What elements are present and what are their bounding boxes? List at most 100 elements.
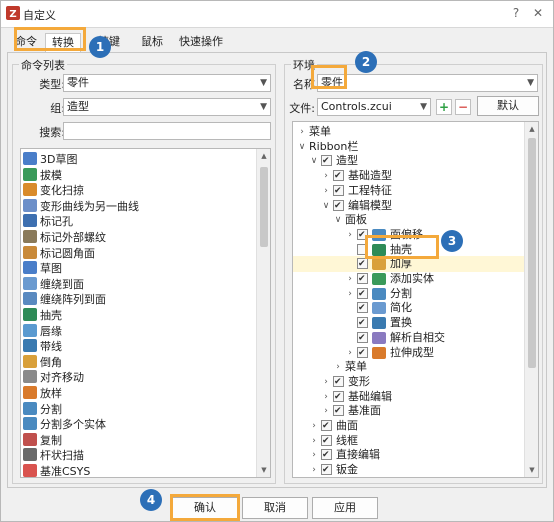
tree-node[interactable]: › 菜单 [293,359,525,375]
tree-node[interactable]: › 线框 [293,433,525,449]
search-input[interactable] [63,122,271,140]
command-list-item[interactable]: 带线 [23,338,62,355]
tree-checkbox[interactable] [333,168,344,184]
scroll-down-icon[interactable]: ▼ [525,463,538,477]
tree-checkbox[interactable] [333,403,344,419]
tree-node[interactable]: › 变形 [293,374,525,390]
command-list-item[interactable]: 拔模 [23,167,62,184]
remove-file-icon[interactable]: − [455,99,471,115]
command-list[interactable]: 3D草图 拔模 变化扫掠 变形曲线为另一曲线 标记孔 标记外部螺纹 标记圆角面 草图 缠绕到面缠… [20,148,271,478]
chevron-right-icon[interactable]: › [321,389,331,405]
chevron-right-icon[interactable]: › [345,286,355,302]
command-list-item[interactable]: 标记外部螺纹 [23,229,106,246]
chevron-right-icon[interactable]: › [297,124,307,140]
chevron-down-icon[interactable]: ∨ [333,212,343,228]
tree-checkbox[interactable] [333,198,344,214]
scroll-down-icon[interactable]: ▼ [257,463,270,477]
tree-checkbox[interactable] [333,374,344,390]
tree-checkbox[interactable] [333,389,344,405]
tree-node[interactable]: ∨ Ribbon栏 [293,139,525,155]
command-list-item[interactable]: 标记孔 [23,213,73,230]
command-list-item[interactable]: 倒角 [23,354,62,371]
command-list-item[interactable]: 复制 [23,432,62,449]
command-list-item[interactable]: 3D草图 [23,151,77,168]
chevron-right-icon[interactable]: › [321,374,331,390]
command-list-item[interactable]: 缠绕阵列到面 [23,291,106,308]
add-file-icon[interactable]: + [436,99,452,115]
command-list-item[interactable]: 标记圆角面 [23,245,95,262]
tree-node[interactable]: › 拉伸成型 [293,345,525,361]
tree-checkbox[interactable] [321,462,332,477]
tree-checkbox[interactable] [357,271,368,287]
command-list-item[interactable]: 抽壳 [23,307,62,324]
command-list-item[interactable]: 基准CSYS [23,463,90,477]
chevron-right-icon[interactable]: › [309,462,319,477]
tab-mouse[interactable]: 鼠标 [135,33,169,53]
help-icon[interactable]: ? [509,6,523,20]
tree-checkbox[interactable] [357,300,368,316]
chevron-down-icon[interactable]: ∨ [309,153,319,169]
file-select[interactable]: Controls.zcui ▼ [317,98,431,116]
tree-node[interactable]: 置换 [293,315,525,331]
tree-node[interactable]: ∨ 面板 [293,212,525,228]
close-icon[interactable]: ✕ [531,6,545,20]
scroll-thumb[interactable] [528,138,536,368]
command-list-item[interactable]: 缠绕到面 [23,276,84,293]
tree-node[interactable]: › 工程特征 [293,183,525,199]
tree-node[interactable]: ∨ 造型 [293,153,525,169]
environment-tree[interactable]: ›菜单∨Ribbon栏∨造型›基础造型›工程特征∨编辑模型∨面板›面偏移抽壳加厚… [292,121,539,478]
tree-node[interactable]: › 钣金 [293,462,525,477]
environment-tree-scrollbar[interactable]: ▲ ▼ [524,122,538,477]
scroll-thumb[interactable] [260,167,268,247]
command-list-item[interactable]: 放样 [23,385,62,402]
tree-checkbox[interactable] [357,330,368,346]
command-list-item[interactable]: 分割 [23,401,62,418]
command-list-item[interactable]: 对齐移动 [23,369,84,386]
command-list-item[interactable]: 分割多个实体 [23,416,106,433]
command-list-scrollbar[interactable]: ▲ ▼ [256,149,270,477]
tab-quick-actions[interactable]: 快速操作 [173,33,229,53]
chevron-right-icon[interactable]: › [309,433,319,449]
tree-checkbox[interactable] [357,286,368,302]
command-list-item[interactable]: 杆状扫描 [23,447,84,464]
command-list-item[interactable]: 变化扫掠 [23,182,84,199]
chevron-right-icon[interactable]: › [345,271,355,287]
tree-node[interactable]: › 曲面 [293,418,525,434]
name-select[interactable]: 零件 ▼ [317,74,538,92]
tree-checkbox[interactable] [321,153,332,169]
tree-checkbox[interactable] [333,183,344,199]
chevron-right-icon[interactable]: › [321,183,331,199]
scroll-up-icon[interactable]: ▲ [257,149,270,163]
chevron-down-icon[interactable]: ∨ [297,139,307,155]
tree-checkbox[interactable] [321,447,332,463]
command-list-item[interactable]: 变形曲线为另一曲线 [23,198,139,215]
chevron-down-icon[interactable]: ∨ [321,198,331,214]
tree-node[interactable]: › 添加实体 [293,271,525,287]
tree-checkbox[interactable] [357,315,368,331]
group-select[interactable]: 造型 ▼ [63,98,271,116]
tree-node[interactable]: › 分割 [293,286,525,302]
tree-node[interactable]: › 菜单 [293,124,525,140]
chevron-right-icon[interactable]: › [321,403,331,419]
scroll-up-icon[interactable]: ▲ [525,122,538,136]
tree-node[interactable]: › 基础造型 [293,168,525,184]
chevron-right-icon[interactable]: › [309,447,319,463]
tree-node[interactable]: ∨ 编辑模型 [293,198,525,214]
chevron-right-icon[interactable]: › [345,345,355,361]
chevron-right-icon[interactable]: › [345,227,355,243]
tree-checkbox[interactable] [321,418,332,434]
apply-button[interactable]: 应用 [312,497,378,519]
command-list-item[interactable]: 草图 [23,260,62,277]
tree-checkbox[interactable] [321,433,332,449]
tree-checkbox[interactable] [357,345,368,361]
chevron-right-icon[interactable]: › [321,168,331,184]
chevron-right-icon[interactable]: › [333,359,343,375]
tree-node[interactable]: › 基准面 [293,403,525,419]
default-button[interactable]: 默认 [477,96,539,116]
command-list-item[interactable]: 唇缘 [23,323,62,340]
tree-node[interactable]: › 基础编辑 [293,389,525,405]
chevron-right-icon[interactable]: › [309,418,319,434]
tree-node[interactable]: 解析自相交 [293,330,525,346]
tree-checkbox[interactable] [357,256,368,272]
type-select[interactable]: 零件 ▼ [63,74,271,92]
